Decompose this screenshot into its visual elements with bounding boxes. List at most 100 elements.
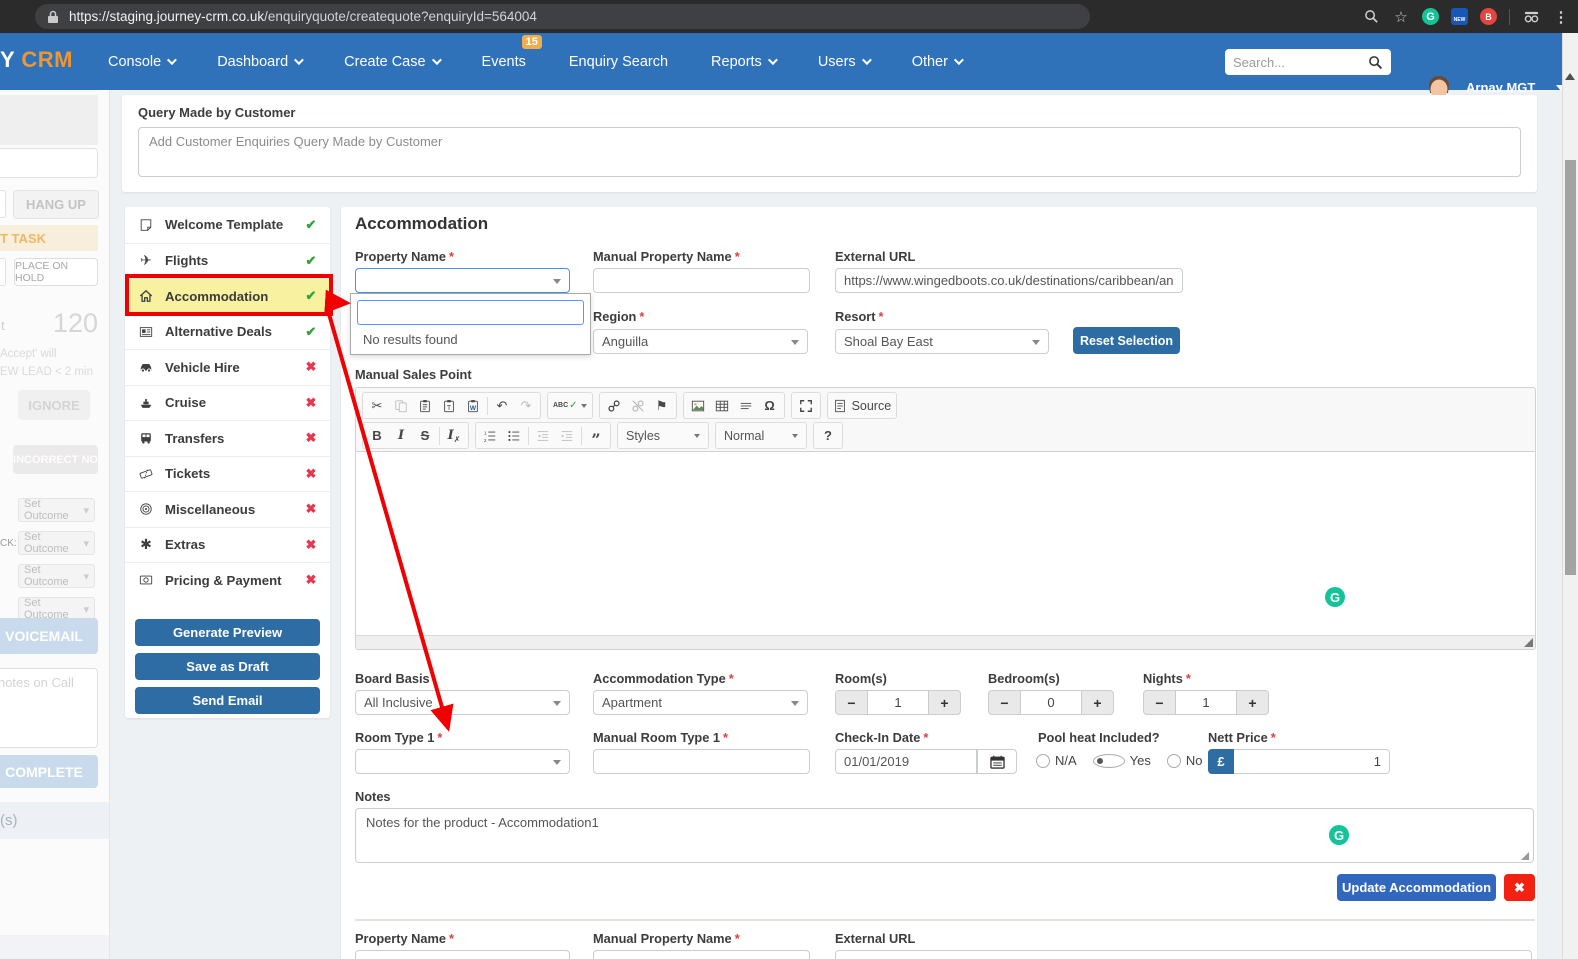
call-panel-field[interactable]: [0, 148, 98, 178]
nights-value[interactable]: 1: [1176, 690, 1236, 715]
undo-icon[interactable]: ↶: [490, 394, 514, 417]
nav-item-create-case[interactable]: Create Case: [344, 54, 438, 70]
hold-button-partial[interactable]: [0, 258, 6, 286]
plus-icon[interactable]: +: [928, 690, 961, 715]
section-item-extras[interactable]: ✱Extras✖: [125, 527, 330, 563]
place-on-hold-button[interactable]: PLACE ON HOLD: [14, 258, 98, 286]
minus-icon[interactable]: −: [835, 690, 868, 715]
source-button[interactable]: Source: [830, 394, 895, 417]
app-logo[interactable]: Y CRM: [0, 47, 73, 73]
indent-icon[interactable]: [555, 424, 579, 447]
section-item-pricing-payment[interactable]: Pricing & Payment✖: [125, 562, 330, 598]
remove-section-button[interactable]: ✖: [1504, 874, 1535, 901]
section-item-tickets[interactable]: Tickets✖: [125, 456, 330, 492]
cut-icon[interactable]: ✂: [365, 394, 389, 417]
pool-heat-radio-yes[interactable]: Yes: [1093, 753, 1151, 768]
query-textarea[interactable]: [138, 127, 1521, 177]
ignore-button[interactable]: IGNORE: [18, 390, 90, 420]
global-search-input[interactable]: [1233, 55, 1368, 70]
red-extension-icon[interactable]: B: [1480, 8, 1497, 25]
nav-item-users[interactable]: Users: [818, 54, 869, 70]
room-type-select[interactable]: [355, 749, 570, 774]
address-bar[interactable]: https://staging.journey-crm.co.uk/enquir…: [35, 4, 1090, 29]
page-scrollbar[interactable]: [1562, 33, 1578, 959]
nav-item-other[interactable]: Other: [912, 54, 961, 70]
minus-icon[interactable]: −: [1143, 690, 1176, 715]
grammarly-icon[interactable]: G: [1329, 825, 1349, 845]
plus-icon[interactable]: +: [1236, 690, 1269, 715]
zoom-icon[interactable]: [1362, 8, 1380, 26]
set-outcome-select[interactable]: Set Outcome▾: [18, 564, 95, 588]
call-notes-textarea[interactable]: [0, 668, 98, 748]
removeformat-icon[interactable]: I✗: [442, 424, 466, 447]
scroll-up-icon[interactable]: [1565, 73, 1575, 80]
grammarly-extension-icon[interactable]: G: [1422, 8, 1439, 25]
pool-heat-radio-na[interactable]: N/A: [1036, 753, 1077, 768]
calendar-icon[interactable]: [977, 749, 1017, 774]
radio-icon[interactable]: [1093, 754, 1125, 768]
pool-heat-radio-no[interactable]: No: [1167, 753, 1203, 768]
update-accommodation-button[interactable]: Update Accommodation: [1337, 874, 1496, 901]
bedrooms-value[interactable]: 0: [1021, 690, 1081, 715]
paste-word-icon[interactable]: W: [461, 394, 485, 417]
manual-room-type-input[interactable]: [593, 749, 810, 774]
anchor-icon[interactable]: ⚑: [650, 394, 674, 417]
nav-item-console[interactable]: Console: [108, 54, 174, 70]
nav-item-events[interactable]: Events15: [482, 54, 526, 70]
section-item-vehicle-hire[interactable]: Vehicle Hire✖: [125, 349, 330, 385]
omega-icon[interactable]: Ω: [758, 394, 782, 417]
bookmark-star-icon[interactable]: ☆: [1392, 8, 1410, 26]
strike-icon[interactable]: S: [413, 424, 437, 447]
minus-icon[interactable]: −: [988, 690, 1021, 715]
format-select[interactable]: Normal: [715, 422, 807, 449]
unlink-icon[interactable]: [626, 394, 650, 417]
link-icon[interactable]: [602, 394, 626, 417]
paste-text-icon[interactable]: T: [437, 394, 461, 417]
help-button[interactable]: ?: [816, 424, 840, 447]
property-search-input[interactable]: [357, 300, 584, 325]
radio-icon[interactable]: [1167, 754, 1181, 768]
grammarly-icon[interactable]: G: [1325, 587, 1345, 607]
hang-up-button[interactable]: HANG UP: [13, 190, 99, 219]
set-outcome-select[interactable]: Set Outcome▾: [18, 531, 95, 555]
external-url-input[interactable]: [835, 950, 1532, 959]
reset-selection-button[interactable]: Reset Selection: [1073, 327, 1180, 354]
styles-select[interactable]: Styles: [617, 422, 709, 449]
bold-icon[interactable]: B: [365, 424, 389, 447]
section-item-flights[interactable]: ✈Flights✔: [125, 243, 330, 279]
voicemail-button[interactable]: VOICEMAIL: [0, 618, 98, 654]
maximize-icon[interactable]: [794, 394, 818, 417]
paste-icon[interactable]: [413, 394, 437, 417]
section-item-miscellaneous[interactable]: Miscellaneous✖: [125, 491, 330, 527]
new-extension-icon[interactable]: NEW: [1451, 8, 1468, 25]
textarea-resize-handle[interactable]: [1521, 852, 1529, 860]
ul-icon[interactable]: [502, 424, 526, 447]
set-outcome-select[interactable]: Set Outcome▾: [18, 498, 95, 522]
incorrect-number-button[interactable]: INCORRECT NO: [13, 445, 98, 474]
copy-icon[interactable]: [389, 394, 413, 417]
resort-select[interactable]: Shoal Bay East: [835, 329, 1049, 354]
section-item-alternative-deals[interactable]: Alternative Deals✔: [125, 314, 330, 350]
spellcheck-icon[interactable]: ABC✓: [550, 394, 590, 417]
property-name-select[interactable]: [355, 268, 570, 293]
search-icon[interactable]: [1368, 55, 1383, 70]
redo-icon[interactable]: ↷: [514, 394, 538, 417]
region-select[interactable]: Anguilla: [593, 329, 808, 354]
accommodation-type-select[interactable]: Apartment: [593, 690, 808, 715]
external-url-input[interactable]: [835, 268, 1183, 293]
editor-resize-handle[interactable]: [1524, 638, 1533, 647]
editor-content[interactable]: [356, 452, 1535, 636]
nav-item-dashboard[interactable]: Dashboard: [217, 54, 301, 70]
browser-menu-icon[interactable]: ⋮: [1552, 8, 1570, 26]
board-basis-select[interactable]: All Inclusive: [355, 690, 570, 715]
nett-price-input[interactable]: [1234, 749, 1390, 774]
scrollbar-thumb[interactable]: [1565, 160, 1576, 575]
hline-icon[interactable]: [734, 394, 758, 417]
manual-property-name-input[interactable]: [593, 950, 810, 959]
check-in-date-input[interactable]: [835, 749, 977, 774]
nav-item-enquiry-search[interactable]: Enquiry Search: [569, 54, 668, 70]
complete-button[interactable]: COMPLETE: [0, 755, 98, 788]
radio-icon[interactable]: [1036, 754, 1050, 768]
section-item-cruise[interactable]: Cruise✖: [125, 385, 330, 421]
rooms-value[interactable]: 1: [868, 690, 928, 715]
